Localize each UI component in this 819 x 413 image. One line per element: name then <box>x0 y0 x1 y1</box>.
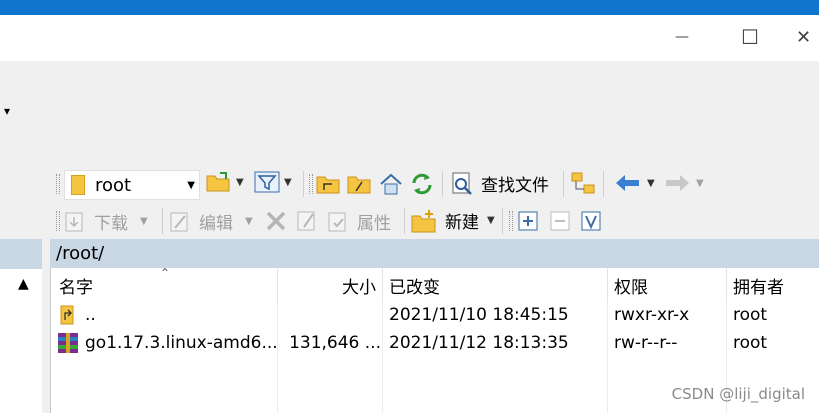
current-path: /root/ <box>56 243 105 264</box>
column-header-owner-label: 拥有者 <box>733 277 784 298</box>
filter-mask-icon[interactable] <box>581 211 601 231</box>
toolbar-row-1: root ▼ ▼ ▼ 查找文件 ▼ ▼ <box>0 165 819 203</box>
sort-ascending-icon: ⌃ <box>160 266 171 280</box>
delete-icon[interactable] <box>265 210 287 232</box>
toolbar-separator <box>502 208 503 234</box>
ribbon-dropdown-arrow[interactable]: ▾ <box>4 104 10 118</box>
column-header-rights-label: 权限 <box>614 277 648 298</box>
tree-view-icon[interactable] <box>571 172 597 196</box>
chevron-down-icon[interactable]: ▼ <box>187 180 195 191</box>
toolbar-separator <box>563 171 564 197</box>
file-rights: rw-r--r-- <box>614 333 678 353</box>
open-folder-icon <box>206 172 230 192</box>
forward-button[interactable]: ▼ <box>664 174 704 192</box>
table-row[interactable]: .. 2021/11/10 18:45:15 rwxr-xr-x root <box>51 301 819 329</box>
find-files-icon <box>452 172 472 195</box>
find-files-label: 查找文件 <box>481 176 549 196</box>
chevron-down-icon[interactable]: ▼ <box>245 216 253 227</box>
ribbon-area <box>0 61 819 166</box>
file-size: 131,646 ... <box>289 333 381 353</box>
download-icon <box>65 212 83 231</box>
local-pane-header <box>0 239 42 269</box>
file-name: go1.17.3.linux-amd6... <box>85 333 278 353</box>
properties-button[interactable]: 属性 <box>327 209 391 234</box>
parent-folder-icon <box>60 305 74 325</box>
home-icon[interactable] <box>379 172 403 196</box>
column-header-changed-label: 已改变 <box>389 277 440 298</box>
chevron-down-icon[interactable]: ▼ <box>236 177 244 188</box>
arrow-right-icon <box>666 175 689 191</box>
find-files-button[interactable]: 查找文件 <box>451 171 549 196</box>
properties-label: 属性 <box>357 214 391 234</box>
minimize-button[interactable]: — <box>660 18 704 56</box>
parent-directory-icon[interactable] <box>316 173 340 195</box>
edit-icon <box>170 212 188 231</box>
folder-icon <box>71 175 85 195</box>
new-button[interactable]: 新建 ▼ <box>411 208 495 233</box>
maximize-button[interactable]: ☐ <box>728 18 772 56</box>
download-button[interactable]: 下载 ▼ <box>64 209 148 234</box>
toolbar-separator <box>162 208 163 234</box>
file-rights: rwxr-xr-x <box>614 305 690 325</box>
scroll-up-icon[interactable]: ▲ <box>18 276 29 292</box>
toolbar-grip[interactable] <box>309 174 313 194</box>
arrow-left-icon <box>616 175 639 191</box>
rename-icon[interactable] <box>296 210 318 232</box>
column-header-size-label: 大小 <box>342 277 376 298</box>
chevron-down-icon[interactable]: ▼ <box>284 177 292 188</box>
close-button[interactable]: ✕ <box>796 18 819 56</box>
window-accent-bar <box>0 0 819 15</box>
new-folder-icon <box>411 209 436 232</box>
toolbar-grip[interactable] <box>56 174 60 194</box>
toolbar-grip[interactable] <box>509 211 513 231</box>
location-value: root <box>95 174 132 196</box>
column-header-size[interactable]: 大小 <box>278 268 383 302</box>
file-owner: root <box>733 333 768 353</box>
new-label: 新建 <box>445 213 479 233</box>
edit-button[interactable]: 编辑 ▼ <box>169 209 253 234</box>
file-name: .. <box>85 305 96 325</box>
toolbar-grip[interactable] <box>56 211 60 231</box>
properties-icon <box>328 212 346 231</box>
file-changed: 2021/11/10 18:45:15 <box>389 305 569 325</box>
toolbar-row-2: 下载 ▼ 编辑 ▼ 属性 新建 ▼ <box>0 203 819 239</box>
watermark-text: CSDN @liji_digital <box>671 385 805 403</box>
file-changed: 2021/11/12 18:13:35 <box>389 333 569 353</box>
root-directory-icon[interactable] <box>347 173 371 195</box>
column-header-changed[interactable]: 已改变 <box>383 268 608 302</box>
back-button[interactable]: ▼ <box>615 174 655 192</box>
column-header-owner[interactable]: 拥有者 <box>727 268 819 302</box>
toolbar-separator <box>404 208 405 234</box>
file-size <box>281 301 381 329</box>
edit-label: 编辑 <box>199 214 233 234</box>
minus-icon[interactable] <box>550 211 570 231</box>
archive-icon <box>58 333 78 353</box>
chevron-down-icon[interactable]: ▼ <box>696 178 704 189</box>
location-combo[interactable]: root ▼ <box>64 170 200 200</box>
table-row[interactable]: go1.17.3.linux-amd6... 131,646 ... 2021/… <box>51 329 819 357</box>
download-label: 下载 <box>94 214 128 234</box>
chevron-down-icon[interactable]: ▼ <box>140 216 148 227</box>
chevron-down-icon[interactable]: ▼ <box>647 178 655 189</box>
open-folder-button[interactable]: ▼ <box>206 171 244 193</box>
refresh-icon[interactable] <box>410 172 434 196</box>
column-header-name-label: 名字 <box>59 277 93 298</box>
plus-icon[interactable] <box>518 211 538 231</box>
column-header-rights[interactable]: 权限 <box>608 268 727 302</box>
filter-button[interactable]: ▼ <box>254 171 292 193</box>
toolbar-separator <box>442 171 443 197</box>
chevron-down-icon[interactable]: ▼ <box>487 215 495 226</box>
remote-path-bar: /root/ <box>50 239 819 268</box>
toolbar-separator <box>603 171 604 197</box>
filter-icon <box>254 171 280 193</box>
file-owner: root <box>733 305 768 325</box>
toolbar-separator <box>303 171 304 197</box>
pane-splitter[interactable] <box>42 239 50 413</box>
